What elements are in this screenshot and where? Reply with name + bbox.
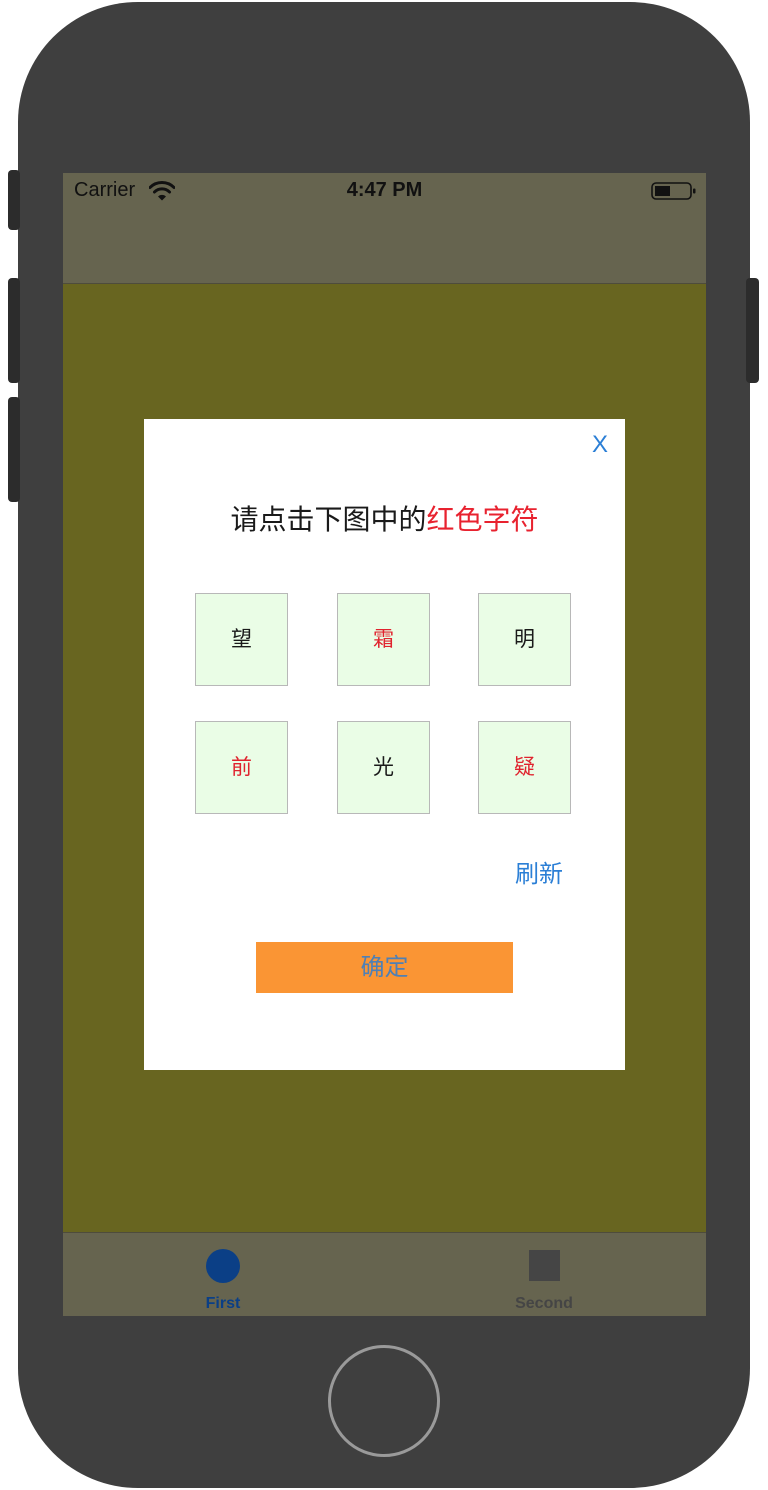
captcha-prompt: 请点击下图中的红色字符 <box>144 499 625 541</box>
square-icon <box>529 1250 560 1281</box>
home-button[interactable] <box>328 1345 440 1457</box>
volume-up-button <box>8 278 20 383</box>
char-tile[interactable]: 明 <box>478 593 571 686</box>
close-button[interactable]: X <box>586 429 614 461</box>
prompt-text: 请点击下图中的 <box>230 503 427 536</box>
char-tile[interactable]: 霜 <box>337 593 430 686</box>
prompt-highlight: 红色字符 <box>426 503 539 536</box>
char-tile[interactable]: 望 <box>195 593 288 686</box>
tab-second[interactable]: Second <box>464 1233 624 1316</box>
tab-label: Second <box>515 1295 573 1312</box>
volume-down-button <box>8 397 20 502</box>
tab-label: First <box>205 1295 241 1312</box>
char-tile[interactable]: 光 <box>337 721 430 814</box>
status-and-nav-bar: Carrier 4:47 PM <box>63 173 706 284</box>
confirm-button[interactable]: 确定 <box>256 942 513 993</box>
mute-switch <box>8 170 20 230</box>
status-time: 4:47 PM <box>346 179 423 201</box>
circle-icon <box>206 1249 240 1283</box>
refresh-button[interactable]: 刷新 <box>504 856 574 892</box>
tab-bar: First Second <box>63 1232 706 1316</box>
char-tile[interactable]: 前 <box>195 721 288 814</box>
char-tile[interactable]: 疑 <box>478 721 571 814</box>
battery-icon <box>651 182 696 200</box>
captcha-dialog: X 请点击下图中的红色字符 望 霜 明 前 光 疑 刷新 确定 <box>144 419 625 1070</box>
tab-first[interactable]: First <box>143 1233 303 1316</box>
app-screen: Carrier 4:47 PM X 请点击下图中的红色字符 望 霜 明 前 光 … <box>63 173 706 1316</box>
power-button <box>746 278 759 383</box>
